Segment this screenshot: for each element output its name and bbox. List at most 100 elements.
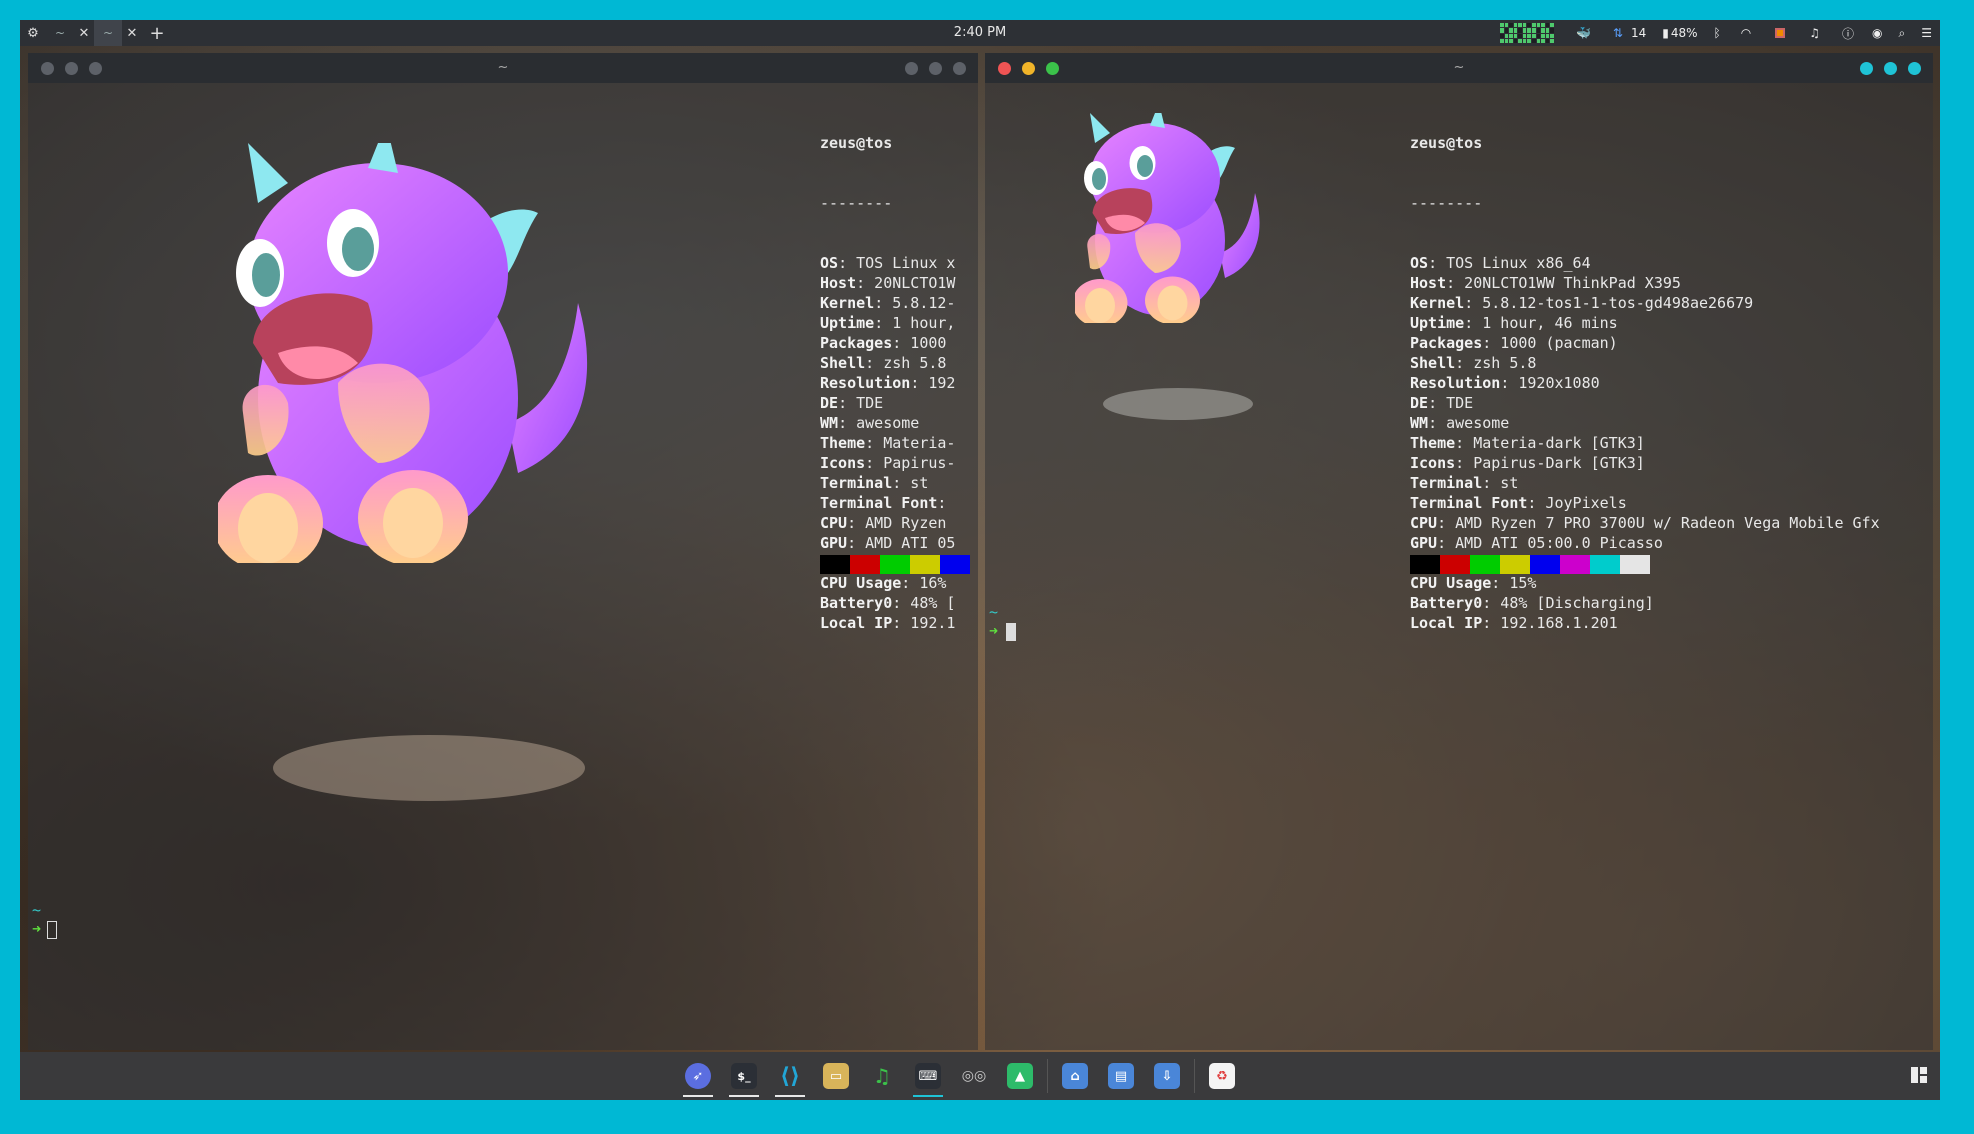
close-icon[interactable]: ✕ [122,20,142,46]
dock-browser[interactable]: ➶ [675,1052,721,1100]
info-key: DE [820,394,839,412]
layout-toggle-icon[interactable] [1910,1066,1928,1084]
menu-icon[interactable]: ☰ [1913,20,1940,46]
add-tag-button[interactable]: + [142,20,172,46]
info-key: CPU [1410,514,1438,532]
docker-icon[interactable]: 🐳 [1562,20,1605,46]
palette-swatch [1530,555,1560,574]
floating-button[interactable] [953,61,966,75]
package-updates-count: 14 [1630,26,1647,40]
info-colon: : [901,574,911,592]
terminal-content[interactable]: zeus@tos -------- OS: TOS Linux x86_64 Ho… [985,83,1933,1050]
dock: ➶ $_ ⟨⟩ ▭ ♫ ⌨ ◎◎ ▲ ⌂ ▤ ⇩ ♻ [20,1052,1940,1100]
info-colon: : [1482,614,1492,632]
dock-separator [1194,1059,1195,1093]
package-updates-icon[interactable]: ⇅ [1605,20,1631,46]
info-line: DE: TDE [820,393,970,413]
window-titlebar[interactable]: ~ [28,53,978,83]
info-value: 5.8.12- [883,294,956,312]
info-value: 192.1 [901,614,956,632]
palette-swatch [1560,555,1590,574]
info-key: Terminal [1410,474,1483,492]
info-key: Packages [820,334,893,352]
dock-home-folder[interactable]: ⌂ [1052,1052,1098,1100]
record-icon[interactable]: ◉ [1864,20,1890,46]
info-value: 16% [910,574,947,592]
info-value: Papirus-Dark [GTK3] [1464,454,1645,472]
terminal-window-left[interactable]: ~ zeus@tos -------- OS: TOS Linux x Host… [28,53,978,1050]
dock-files[interactable]: ▭ [813,1052,859,1100]
screen-record-icon[interactable] [1763,20,1797,46]
info-line: Kernel: 5.8.12-tos1-1-tos-gd498ae26679 [1410,293,1930,313]
bluetooth-icon[interactable]: ᛒ [1706,20,1729,46]
info-key: Theme [820,434,866,452]
info-line: Terminal Font: [820,493,970,513]
info-colon: : [892,334,902,352]
dock-documents-folder[interactable]: ▤ [1098,1052,1144,1100]
info-line: Host: 20NLCTO1W [820,273,970,293]
tag-tab-2[interactable]: ~ [94,20,122,46]
battery-percent: 48% [1670,26,1698,40]
shell-prompt[interactable]: ~ ➜ [989,603,1017,641]
ontop-button[interactable] [1884,61,1897,75]
neofetch-info: zeus@tos -------- OS: TOS Linux x Host: 2… [820,93,970,633]
info-line: GPU: AMD ATI 05:00.0 Picasso [1410,533,1930,553]
window-titlebar[interactable]: ~ [985,53,1933,83]
info-line: Theme: Materia- [820,433,970,453]
music-icon: ♫ [873,1064,891,1088]
game-icon: ⌨ [915,1063,941,1089]
separator: -------- [820,194,893,212]
info-colon: : [847,514,857,532]
info-key: GPU [820,534,848,552]
info-key: Packages [1410,334,1483,352]
shell-prompt[interactable]: ~ ➜ [32,901,58,939]
dock-game[interactable]: ⌨ [905,1052,951,1100]
top-panel: ⚙ ~ ✕ ~ ✕ + 2:40 PM 🐳 ⇅ 14 ▮ 48% ᛒ ◠ ♫ ⓘ… [20,20,1940,46]
info-key: DE [1410,394,1429,412]
dock-music[interactable]: ♫ [859,1052,905,1100]
tag-tab-1[interactable]: ~ [46,20,74,46]
info-key: Local IP [1410,614,1483,632]
info-line: Icons: Papirus-Dark [GTK3] [1410,453,1930,473]
dock-code-editor[interactable]: ⟨⟩ [767,1052,813,1100]
dock-separator [1047,1059,1048,1093]
info-key: Icons [820,454,866,472]
terminal-window-right[interactable]: ~ zeus@tos -------- OS: TOS Linux x86_64… [985,53,1933,1050]
info-value: zsh 5.8 [874,354,947,372]
info-colon: : [865,434,875,452]
info-line: OS: TOS Linux x86_64 [1410,253,1930,273]
neofetch-info: zeus@tos -------- OS: TOS Linux x86_64 Ho… [1410,93,1930,633]
dock-terminal[interactable]: $_ [721,1052,767,1100]
wifi-icon[interactable]: ◠ [1729,20,1763,46]
sticky-button[interactable] [905,61,918,75]
info-line: Terminal: st [1410,473,1930,493]
palette-swatch [1470,555,1500,574]
info-value: 48% [Discharging] [1491,594,1654,612]
info-key: GPU [1410,534,1438,552]
info-colon: : [1446,274,1456,292]
search-icon[interactable]: ⌕ [1891,20,1914,46]
separator: -------- [1410,194,1483,212]
close-icon[interactable]: ✕ [74,20,94,46]
terminal-content[interactable]: zeus@tos -------- OS: TOS Linux x Host: 2… [28,83,978,1050]
info-key: Host [1410,274,1447,292]
glasses-icon: ◎◎ [961,1068,987,1084]
dock-downloads-folder[interactable]: ⇩ [1144,1052,1190,1100]
palette-swatch [910,555,940,574]
dock-image-viewer[interactable]: ▲ [997,1052,1043,1100]
settings-gear-icon[interactable]: ⚙ [20,20,46,46]
sticky-button[interactable] [1860,61,1873,75]
ontop-button[interactable] [929,61,942,75]
compass-icon: ➶ [685,1063,711,1089]
music-note-icon[interactable]: ♫ [1797,20,1832,46]
floating-button[interactable] [1908,61,1921,75]
info-colon: : [1500,374,1510,392]
dock-incognito[interactable]: ◎◎ [951,1052,997,1100]
info-key: Shell [820,354,866,372]
info-line: WM: awesome [820,413,970,433]
info-key: Kernel [820,294,875,312]
info-value: 20NLCTO1W [865,274,956,292]
info-icon[interactable]: ⓘ [1832,20,1864,46]
info-colon: : [937,494,947,512]
dock-trash[interactable]: ♻ [1199,1052,1245,1100]
